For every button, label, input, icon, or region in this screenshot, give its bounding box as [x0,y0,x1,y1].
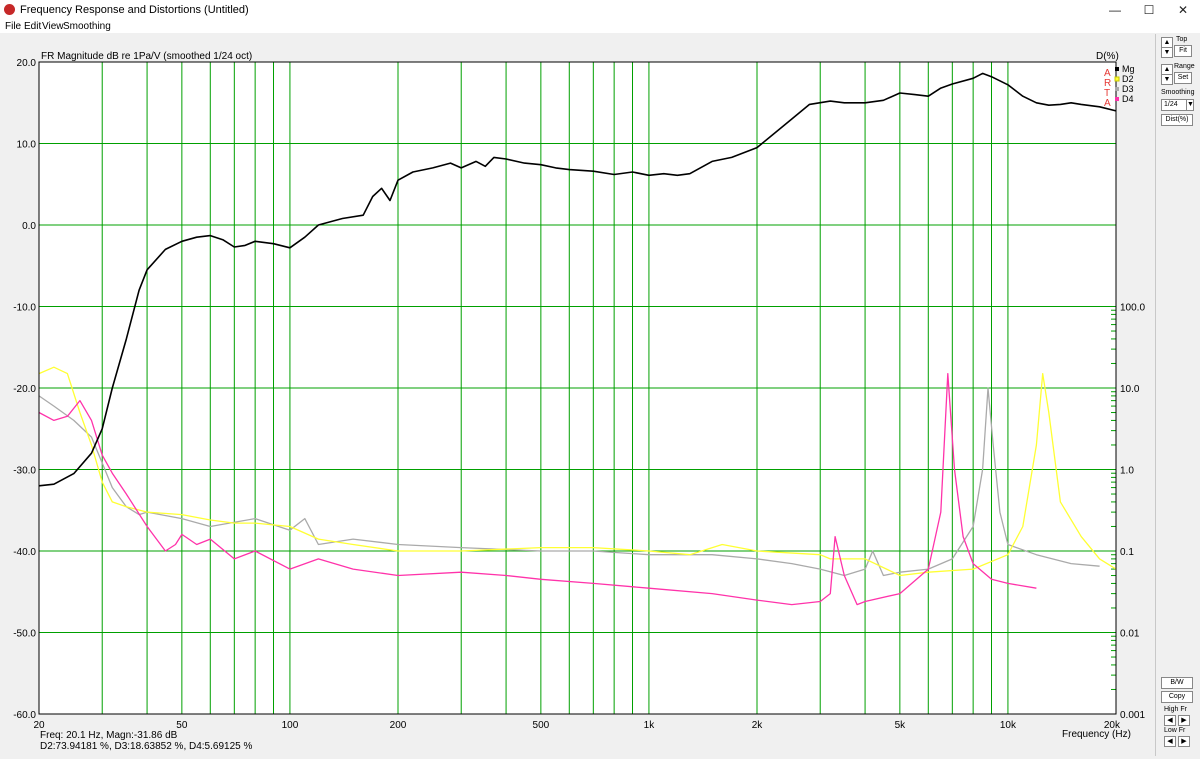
top-label: Top [1176,36,1188,43]
high-fr-right-button[interactable]: ▶ [1178,715,1190,726]
high-fr-label: High Fr [1164,706,1187,713]
top-down-button[interactable]: ▼ [1161,47,1173,58]
title-bar: Frequency Response and Distortions (Unti… [0,0,1200,21]
fit-button[interactable]: Fit [1174,45,1192,57]
x-tick-label: 1k [644,720,656,731]
y-tick-label: -10.0 [13,303,36,314]
app-icon [4,4,15,15]
control-panel: ▲ ▼ Top Fit ▲ ▼ Range Set Smoothing 1/24… [1155,34,1200,756]
bw-button[interactable]: B/W [1161,677,1193,689]
x-tick-label: 500 [533,720,550,731]
right-tick-label: 10.0 [1120,384,1140,395]
right-axis-title: D(%) [1096,51,1119,62]
right-tick-label: 0.01 [1120,629,1140,640]
dist-percent-button[interactable]: Dist(%) [1161,114,1193,126]
smoothing-label: Smoothing [1161,89,1195,96]
legend-label-d4: D4 [1122,94,1134,104]
low-fr-left-button[interactable]: ◀ [1164,736,1176,747]
window-title: Frequency Response and Distortions (Unti… [20,4,249,16]
menu-smoothing[interactable]: Smoothing [63,21,111,32]
smoothing-select[interactable]: 1/24 [1161,99,1188,111]
legend-swatch-d3 [1115,87,1119,91]
plot-area[interactable]: 20.0 10.0 0.0 -10.0 -20.0 -30.0 -40.0 -50.0 -60.… [0,34,1155,756]
right-tick-label: 0.1 [1120,547,1134,558]
legend-swatch-d4 [1115,97,1119,101]
watermark-letter: A [1104,98,1111,109]
chart-title: FR Magnitude dB re 1Pa/V (smoothed 1/24 … [41,51,252,62]
high-fr-left-button[interactable]: ◀ [1164,715,1176,726]
right-tick-label: 1.0 [1120,466,1134,477]
set-button[interactable]: Set [1174,72,1192,84]
copy-button[interactable]: Copy [1161,691,1193,703]
menu-file[interactable]: File [5,21,21,32]
x-tick-label: 50 [176,720,188,731]
right-tick-label: 100.0 [1120,303,1145,314]
legend: MgD2D3D4 [1114,64,1135,104]
menu-bar: File Edit View Smoothing [0,20,1200,33]
smoothing-dropdown-icon[interactable]: ▼ [1186,99,1194,111]
x-tick-label: 100 [282,720,299,731]
x-tick-label: 10k [1000,720,1017,731]
legend-swatch-d2 [1114,76,1120,82]
x-tick-label: 2k [752,720,764,731]
menu-edit[interactable]: Edit [24,21,41,32]
status-freq: Freq: 20.1 Hz, Magn:-31.86 dB [40,730,178,741]
low-fr-label: Low Fr [1164,727,1186,734]
x-tick-label: 5k [895,720,907,731]
right-tick-label: 0.001 [1120,710,1145,721]
legend-label-mg: Mg [1122,64,1135,74]
range-down-button[interactable]: ▼ [1161,74,1173,85]
y-tick-label: 10.0 [17,140,37,151]
maximize-button[interactable]: ☐ [1132,0,1166,20]
y-tick-label: -40.0 [13,547,36,558]
arta-watermark: ARTA [1104,68,1111,109]
legend-swatch-mg [1115,67,1119,71]
y-tick-label: -50.0 [13,629,36,640]
range-label: Range [1174,63,1195,70]
menu-view[interactable]: View [42,21,64,32]
x-tick-label: 200 [390,720,407,731]
close-button[interactable]: ✕ [1166,0,1200,20]
y-tick-label: -20.0 [13,384,36,395]
low-fr-right-button[interactable]: ▶ [1178,736,1190,747]
minimize-button[interactable]: — [1098,0,1132,20]
y-tick-label: 20.0 [17,58,37,69]
legend-label-d3: D3 [1122,84,1134,94]
legend-label-d2: D2 [1122,74,1134,84]
frequency-response-chart[interactable]: 20.010.00.0-10.0-20.0-30.0-40.0-50.0-60.… [0,34,1155,756]
status-distortion: D2:73.94181 %, D3:18.63852 %, D4:5.69125… [40,741,253,752]
y-tick-label: -30.0 [13,466,36,477]
y-tick-label: 0.0 [22,221,36,232]
x-axis-label: Frequency (Hz) [1062,729,1131,740]
